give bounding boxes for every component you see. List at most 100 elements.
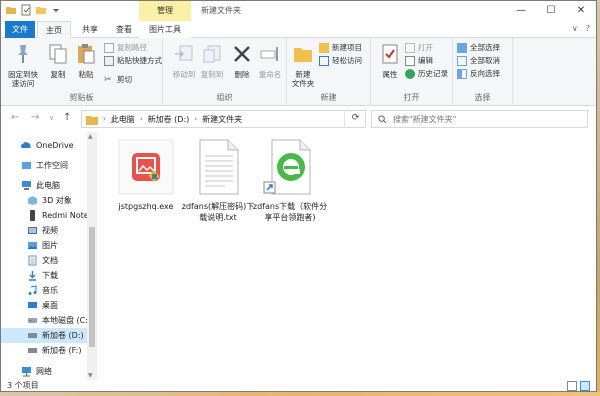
nav-item-documents[interactable]: 文档 <box>1 253 87 268</box>
edit-button[interactable]: 编辑 <box>405 55 433 67</box>
delete-label: 删除 <box>234 70 250 79</box>
nav-item-videos[interactable]: 视频 <box>1 223 87 238</box>
tab-share[interactable]: 共享 <box>75 21 105 38</box>
open-group-label: 打开 <box>403 93 420 102</box>
window-controls: — ☐ ✕ <box>506 1 596 21</box>
copy-to-button[interactable]: 复制到 <box>197 42 227 79</box>
recent-locations-icon[interactable]: ∨ <box>49 114 54 122</box>
paste-shortcut-button[interactable]: 粘贴快捷方式 <box>104 55 162 67</box>
select-all-label: 全部选择 <box>470 43 500 52</box>
new-folder-icon <box>294 48 312 62</box>
history-button[interactable]: 历史记录 <box>405 68 448 80</box>
cut-button[interactable]: ✂ 剪切 <box>104 74 132 86</box>
details-view-icon[interactable] <box>567 381 577 391</box>
tab-picture-tools[interactable]: 图片工具 <box>139 21 191 38</box>
nav-item-drive-f[interactable]: 新加卷 (F:) <box>1 343 87 358</box>
easy-access-button[interactable]: 轻松访问 <box>319 55 362 67</box>
nav-item-label: 新加卷 (D:) <box>42 331 84 340</box>
new-folder-icon[interactable] <box>35 4 47 16</box>
up-arrow-icon[interactable]: ↑ <box>63 112 71 123</box>
copy-button[interactable]: 复制 <box>43 42 73 79</box>
maximize-button[interactable]: ☐ <box>536 1 566 21</box>
nav-item-desktop[interactable]: 桌面 <box>1 298 87 313</box>
nav-item-network[interactable]: 网络 <box>1 364 87 379</box>
breadcrumb-separator: › <box>103 115 106 123</box>
properties-button[interactable]: 属性 <box>375 42 405 79</box>
desktop-background <box>0 392 600 396</box>
tab-home[interactable]: 主页 <box>37 21 71 39</box>
select-all-button[interactable]: 全部选择 <box>457 42 500 54</box>
scroll-thumb[interactable] <box>89 227 95 347</box>
refresh-button[interactable]: ⟳ <box>344 110 366 128</box>
file-item[interactable]: zdfans下载（软件分享平台领跑者) <box>252 136 328 223</box>
nav-item-local-disk-c[interactable]: 本地磁盘 (C:) <box>1 313 91 328</box>
nav-item-drive-d[interactable]: 新加卷 (D:) <box>1 328 87 343</box>
manage-tab[interactable]: 管理 <box>139 1 191 21</box>
paste-button[interactable]: 粘贴 <box>71 42 101 79</box>
help-icon[interactable]: ? <box>586 24 590 33</box>
breadcrumb-drive-d[interactable]: 新加卷 (D:) <box>148 114 190 125</box>
nav-item-onedrive[interactable]: OneDrive <box>1 138 87 153</box>
new-folder-button[interactable]: 新建 文件夹 <box>289 42 317 88</box>
nav-item-label: 此电脑 <box>36 181 60 190</box>
paste-icon <box>78 44 95 64</box>
back-arrow-icon[interactable]: ← <box>11 112 19 123</box>
scroll-down-icon[interactable]: ▼ <box>88 372 93 379</box>
nav-item-music[interactable]: 音乐 <box>1 283 87 298</box>
nav-item-workspace[interactable]: 工作空间 <box>1 158 87 173</box>
nav-item-label: 3D 对象 <box>42 196 72 205</box>
easy-access-label: 轻松访问 <box>332 56 362 65</box>
rename-button[interactable]: 重命名 <box>255 42 285 79</box>
minimize-button[interactable]: — <box>506 1 536 21</box>
copy-path-button[interactable]: 复制路径 <box>104 42 147 54</box>
forward-arrow-icon[interactable]: → <box>31 112 39 123</box>
nav-item-label: 文档 <box>42 256 58 265</box>
pin-quick-access-button[interactable]: 固定到快 速访问 <box>5 42 41 88</box>
select-none-button[interactable]: 全部取消 <box>457 55 500 67</box>
file-item[interactable]: zdfans(解压密码)下载说明.txt <box>180 136 256 223</box>
file-item[interactable]: jstpgszhq.exe <box>108 136 184 212</box>
select-group-label: 选择 <box>474 93 491 102</box>
nav-scrollbar[interactable]: ▲ ▼ <box>87 132 97 380</box>
drive-icon <box>28 348 37 353</box>
tab-view[interactable]: 查看 <box>109 21 139 38</box>
new-item-button[interactable]: 新建项目 <box>319 42 362 54</box>
drive-icon <box>28 318 37 323</box>
delete-button[interactable]: 删除 <box>227 42 257 79</box>
nav-item-label: 桌面 <box>42 301 58 310</box>
file-list: jstpgszhq.exe zdfans(解压密码)下载说明.txt zdfan… <box>98 132 596 380</box>
large-icons-view-icon[interactable] <box>580 381 590 391</box>
breadcrumb-current-folder[interactable]: 新建文件夹 <box>202 114 242 125</box>
nav-item-label: 网络 <box>36 367 52 376</box>
nav-item-pictures[interactable]: 图片 <box>1 238 87 253</box>
new-item-icon <box>319 43 329 53</box>
pin-label: 固定到快 速访问 <box>8 70 38 88</box>
nav-item-3d-objects[interactable]: 3D 对象 <box>1 193 87 208</box>
explorer-window: 管理 新建文件夹 — ☐ ✕ 文件 主页 共享 查看 图片工具 ∨ ? 固定到快… <box>0 0 597 392</box>
nav-item-this-pc[interactable]: 此电脑 <box>1 178 87 193</box>
nav-item-label: Redmi Note <box>42 211 89 220</box>
tab-file[interactable]: 文件 <box>5 21 35 38</box>
cube-icon <box>28 196 37 205</box>
breadcrumb-this-pc[interactable]: 此电脑 <box>111 114 135 125</box>
invert-selection-button[interactable]: 反向选择 <box>457 68 500 80</box>
nav-item-downloads[interactable]: 下载 <box>1 268 87 283</box>
invert-selection-icon <box>457 69 467 79</box>
search-box[interactable]: 搜索"新建文件夹" <box>371 110 588 128</box>
search-icon <box>378 114 387 123</box>
properties-icon[interactable] <box>20 4 32 16</box>
address-bar[interactable]: › 此电脑 › 新加卷 (D:) › 新建文件夹 <box>81 110 366 128</box>
clipboard-group: 固定到快 速访问 复制 粘贴 复制路径 粘贴快捷方式 ✂ 剪切 剪贴板 <box>1 38 163 106</box>
open-group: 属性 打开 编辑 历史记录 打开 <box>371 38 453 106</box>
move-to-button[interactable]: 移动到 <box>169 42 199 79</box>
qat-dropdown-icon[interactable] <box>50 4 62 16</box>
copy-icon <box>49 44 67 64</box>
nav-item-redmi-note[interactable]: Redmi Note <box>1 208 89 223</box>
clipboard-group-label: 剪贴板 <box>69 93 94 102</box>
open-button[interactable]: 打开 <box>405 42 433 54</box>
scroll-up-icon[interactable]: ▲ <box>88 133 93 140</box>
collapse-ribbon-icon[interactable]: ∨ <box>572 24 578 33</box>
close-button[interactable]: ✕ <box>566 1 596 21</box>
nav-item-label: 本地磁盘 (C:) <box>42 316 92 325</box>
copy-path-label: 复制路径 <box>117 43 147 52</box>
